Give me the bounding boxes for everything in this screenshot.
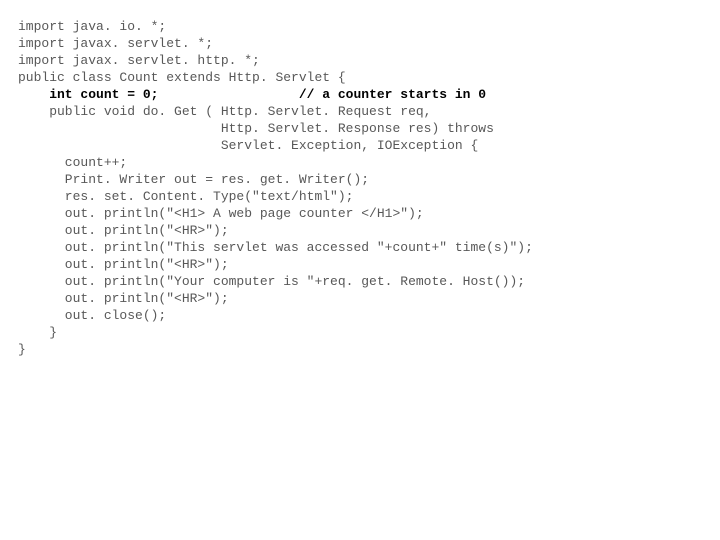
code-line: out. close();	[18, 307, 720, 324]
code-line: import javax. servlet. http. *;	[18, 52, 720, 69]
code-line: import java. io. *;	[18, 18, 720, 35]
code-line: out. println("<HR>");	[18, 256, 720, 273]
counter-declaration: int count = 0;	[18, 87, 158, 102]
code-line: out. println("This servlet was accessed …	[18, 239, 720, 256]
code-line-highlight: int count = 0; // a counter starts in 0	[18, 86, 720, 103]
code-line: out. println("Your computer is "+req. ge…	[18, 273, 720, 290]
code-line: out. println("<HR>");	[18, 290, 720, 307]
code-line: Servlet. Exception, IOException {	[18, 137, 720, 154]
counter-comment: // a counter starts in 0	[158, 87, 486, 102]
code-line: res. set. Content. Type("text/html");	[18, 188, 720, 205]
code-block: import java. io. *; import javax. servle…	[18, 18, 720, 358]
code-line: out. println("<H1> A web page counter </…	[18, 205, 720, 222]
code-line: count++;	[18, 154, 720, 171]
code-line: out. println("<HR>");	[18, 222, 720, 239]
code-line: }	[18, 324, 720, 341]
code-line: public void do. Get ( Http. Servlet. Req…	[18, 103, 720, 120]
code-line: public class Count extends Http. Servlet…	[18, 69, 720, 86]
code-line: }	[18, 341, 720, 358]
code-line: Print. Writer out = res. get. Writer();	[18, 171, 720, 188]
code-line: import javax. servlet. *;	[18, 35, 720, 52]
code-line: Http. Servlet. Response res) throws	[18, 120, 720, 137]
